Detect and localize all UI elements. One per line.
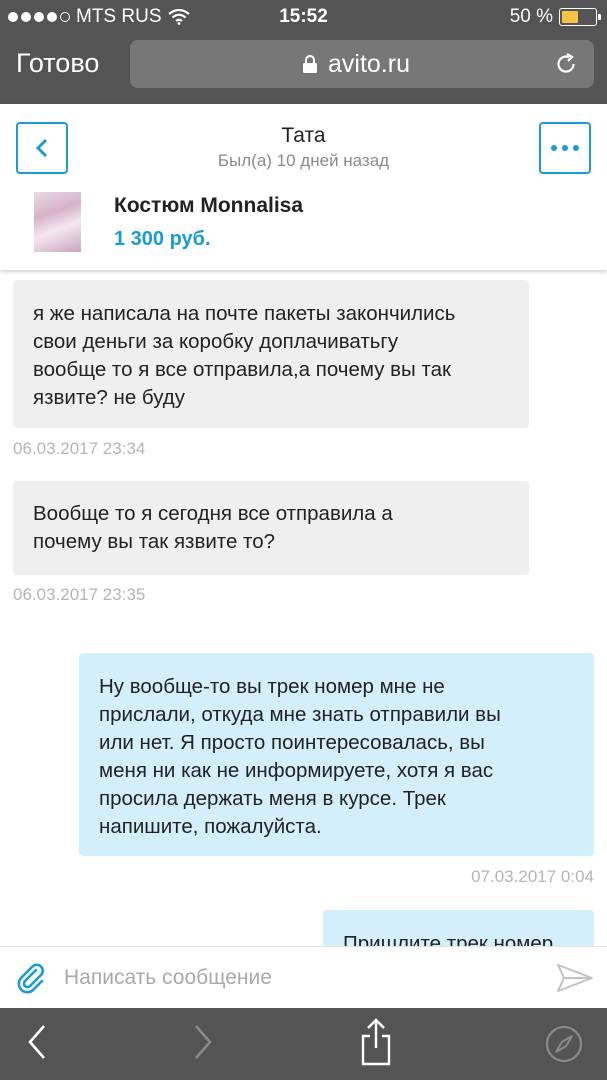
safari-address-bar: Готово avito.ru (0, 36, 607, 96)
url-field[interactable]: avito.ru (130, 40, 594, 88)
browser-chrome-top: MTS RUS 15:52 50 % Готово avito.ru (0, 0, 607, 104)
browser-forward-icon[interactable] (192, 1022, 214, 1062)
url-text: avito.ru (328, 50, 410, 78)
message-line: Ну вообще-то вы трек номер мне не (99, 675, 445, 698)
battery-icon (559, 8, 601, 26)
chat-header: Тата Был(а) 10 дней назад Костюм Monnali… (0, 104, 607, 270)
contact-name[interactable]: Тата (0, 124, 607, 148)
message-line: Пришлите трек номер (343, 932, 554, 946)
message-line: вообще то я все отправила,а почему вы та… (33, 358, 451, 381)
item-title[interactable]: Костюм Monnalisa (114, 194, 303, 218)
message-timestamp: 07.03.2017 0:04 (471, 867, 594, 886)
status-bar: MTS RUS 15:52 50 % (0, 0, 607, 34)
message-timestamp: 06.03.2017 23:35 (13, 585, 146, 604)
message-bubble-incoming: я же написала на почте пакеты закончилис… (13, 280, 529, 428)
battery-level (562, 11, 578, 23)
item-thumbnail[interactable] (34, 192, 81, 252)
message-bubble-incoming: Вообще то я сегодня все отправила а поче… (13, 481, 529, 575)
last-seen-status: Был(а) 10 дней назад (217, 151, 390, 170)
item-price: 1 300 руб. (114, 228, 211, 250)
message-list[interactable]: я же написала на почте пакеты закончилис… (0, 270, 607, 946)
message-input[interactable]: Написать сообщение (64, 966, 272, 990)
message-line: я же написала на почте пакеты закончилис… (33, 302, 456, 325)
message-line: свои деньги за коробку доплачиватьгу (33, 330, 399, 353)
safari-toolbar (0, 1008, 607, 1080)
message-line: просила держать меня в курсе. Трек (99, 787, 446, 810)
reload-icon[interactable] (554, 52, 578, 76)
message-line: напишите, пожалуйста. (99, 815, 322, 838)
message-line: язвите? не буду (33, 386, 185, 409)
safari-compass-icon[interactable] (544, 1024, 584, 1064)
browser-back-icon[interactable] (26, 1022, 48, 1062)
paperclip-icon[interactable] (14, 961, 48, 995)
send-icon[interactable] (555, 961, 595, 995)
lock-icon (303, 55, 317, 73)
share-icon[interactable] (358, 1018, 394, 1066)
more-options-button[interactable] (539, 122, 591, 174)
more-dots-icon (551, 145, 579, 151)
message-line: почему вы так язвите то? (33, 530, 276, 553)
message-line: или нет. Я просто поинтересовалась, вы (99, 731, 485, 754)
message-line: прислали, откуда мне знать отправили вы (99, 703, 501, 726)
battery-nub (598, 14, 601, 20)
message-input-bar: Написать сообщение (0, 946, 607, 1008)
message-line: Вообще то я сегодня все отправила а (33, 502, 393, 525)
message-bubble-outgoing: Пришлите трек номер (323, 910, 594, 946)
battery-percent: 50 % (509, 6, 553, 27)
status-right: 50 % (509, 6, 601, 28)
message-bubble-outgoing: Ну вообще-то вы трек номер мне не присла… (79, 653, 594, 856)
message-timestamp: 06.03.2017 23:34 (13, 439, 146, 458)
message-line: меня ни как не информируете, хотя я вас (99, 759, 494, 782)
done-button[interactable]: Готово (16, 48, 99, 79)
